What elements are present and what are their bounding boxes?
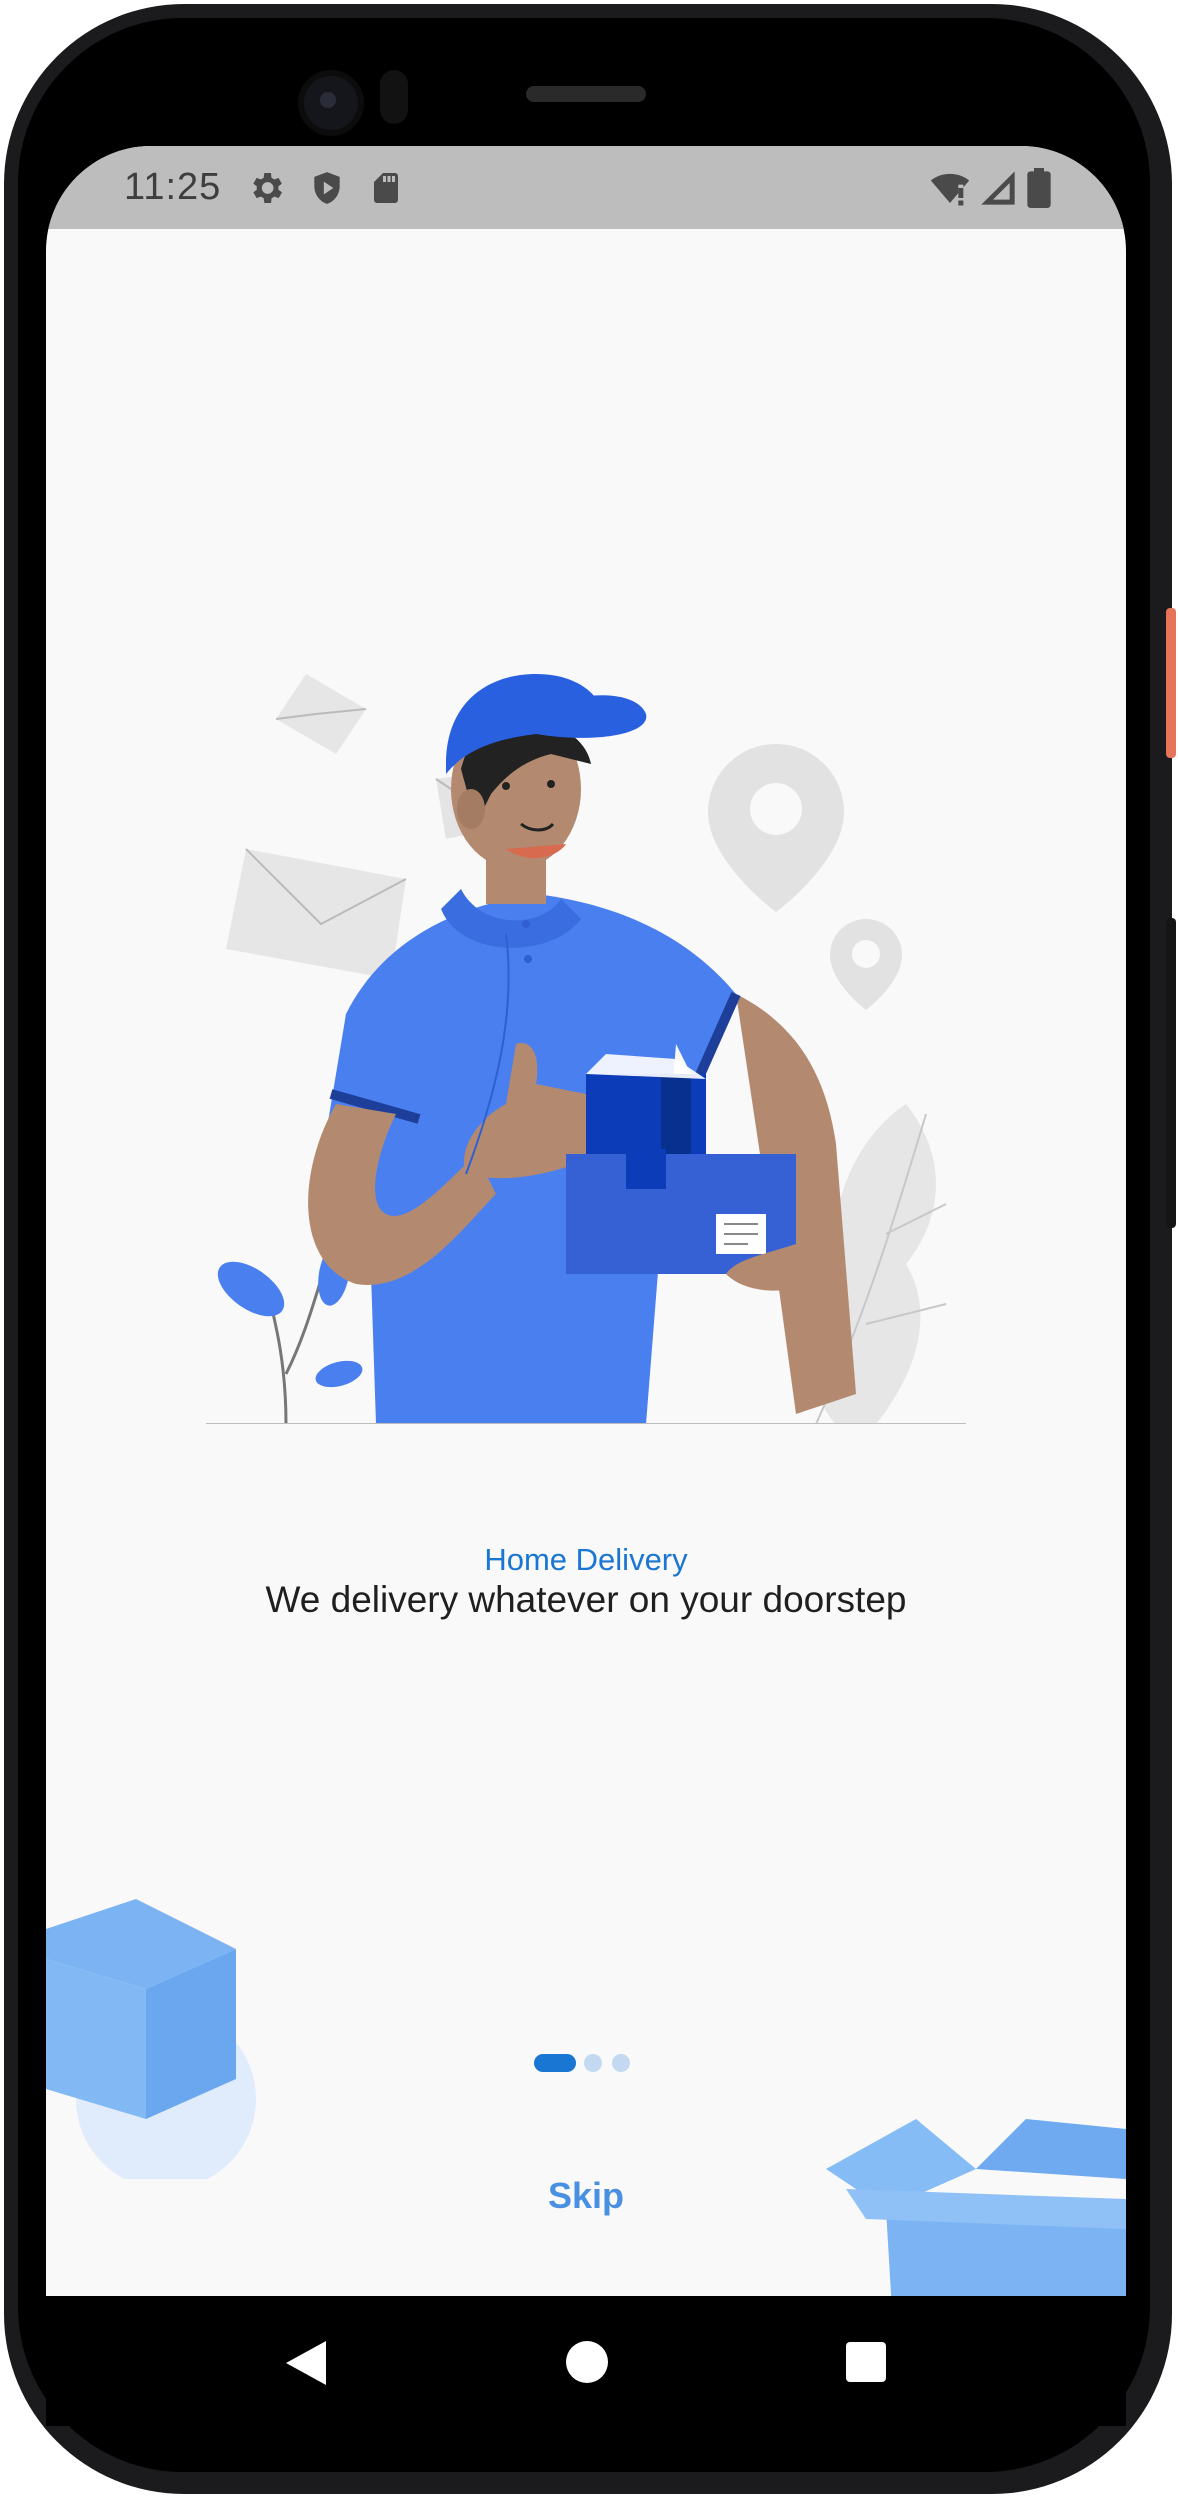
onboarding-subtitle: We delivery whatever on your doorstep <box>265 1579 907 1620</box>
home-icon[interactable] <box>566 2341 608 2383</box>
delivery-man-illustration <box>206 674 966 1424</box>
page-dot-active[interactable] <box>534 2054 576 2072</box>
cell-signal-icon <box>981 171 1015 205</box>
phone-frame: 11:25 Home Delivery We delivery whatever… <box>0 0 1178 2498</box>
page-indicator <box>46 2054 1126 2074</box>
onboarding-page: Home Delivery We delivery whatever on yo… <box>46 229 1126 2296</box>
box-icon <box>46 1899 256 2179</box>
recents-icon[interactable] <box>846 2342 886 2382</box>
navigation-bar <box>46 2296 1126 2426</box>
front-camera <box>298 70 364 136</box>
envelope-icon <box>226 848 407 979</box>
back-icon[interactable] <box>286 2341 326 2385</box>
sd-card-icon <box>374 173 398 203</box>
power-button <box>1166 608 1176 758</box>
volume-button <box>1166 918 1176 1228</box>
proximity-sensor <box>380 70 408 124</box>
gear-icon <box>253 173 282 203</box>
earpiece-speaker <box>526 86 646 102</box>
wifi-alert-icon <box>930 173 970 206</box>
status-time: 11:25 <box>124 166 222 208</box>
page-dot[interactable] <box>612 2054 630 2072</box>
location-pin-icon <box>708 744 844 912</box>
battery-icon <box>1027 168 1051 208</box>
envelope-icon <box>275 674 367 754</box>
open-box-icon <box>826 2119 1126 2296</box>
page-dot[interactable] <box>584 2054 602 2072</box>
skip-button[interactable]: Skip <box>536 2175 636 2217</box>
onboarding-title: Home Delivery <box>484 1542 688 1577</box>
screen: 11:25 Home Delivery We delivery whatever… <box>46 146 1126 2296</box>
location-pin-icon <box>830 919 902 1010</box>
shield-icon <box>314 172 340 204</box>
status-bar: 11:25 <box>46 146 1126 229</box>
